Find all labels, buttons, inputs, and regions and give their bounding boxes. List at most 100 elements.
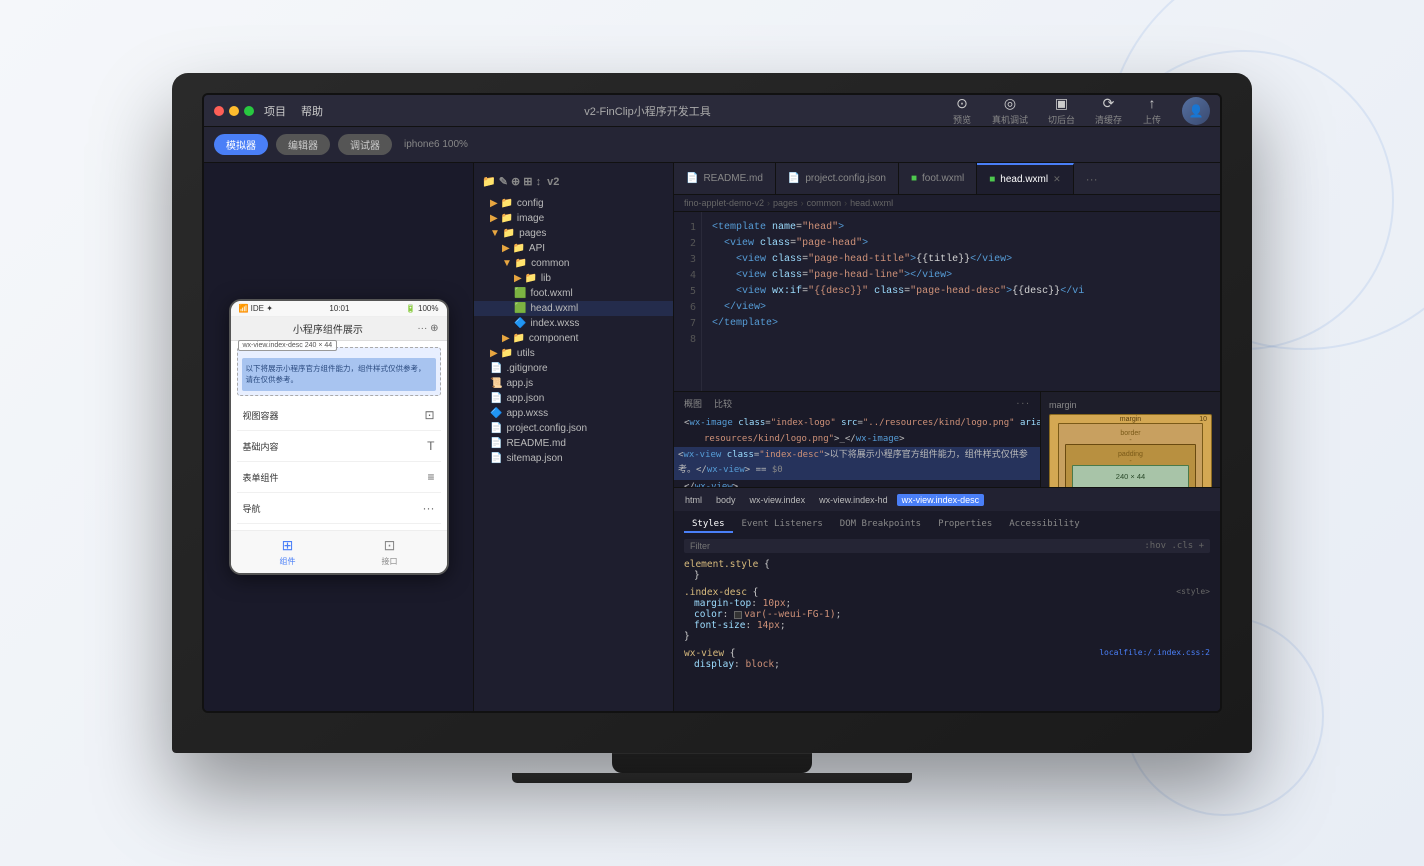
editor-btn[interactable]: 编辑器 bbox=[276, 134, 330, 155]
css-selector: .index-desc bbox=[684, 587, 753, 598]
html-line-1: <wx-image class="index-logo" src="../res… bbox=[684, 416, 1030, 431]
css-prop: display bbox=[694, 659, 734, 670]
tree-item-head-wxml[interactable]: 🟩 head.wxml bbox=[474, 301, 673, 316]
tree-item-readme[interactable]: 📄 README.md bbox=[474, 436, 673, 451]
menu-help[interactable]: 帮助 bbox=[301, 103, 323, 119]
minimize-window-btn[interactable] bbox=[229, 106, 239, 116]
code-line-6: </view> bbox=[712, 300, 1210, 316]
tree-item-lib[interactable]: ▶ 📁 lib bbox=[474, 271, 673, 286]
tree-item-common[interactable]: ▼ 📁 common bbox=[474, 256, 673, 271]
html-line-3: </wx-view> bbox=[684, 480, 1030, 487]
tab-event-listeners[interactable]: Event Listeners bbox=[734, 517, 831, 533]
element-tag-html[interactable]: html bbox=[680, 494, 707, 506]
window-title: v2-FinClip小程序开发工具 bbox=[343, 103, 952, 119]
code-content[interactable]: <template name="head"> <view class="page… bbox=[702, 212, 1220, 391]
tree-item-gitignore[interactable]: 📄 .gitignore bbox=[474, 361, 673, 376]
html-line-2[interactable]: <wx-view class="index-desc">以下将展示小程序官方组件… bbox=[674, 447, 1040, 480]
file-icon: 🟩 bbox=[514, 288, 526, 299]
phone-section-3[interactable]: 导航 ··· bbox=[237, 493, 441, 524]
phone-section-0[interactable]: 视图容器 ⊡ bbox=[237, 400, 441, 431]
code-line-8 bbox=[712, 332, 1210, 348]
phone-highlight-content: 以下将展示小程序官方组件能力，组件样式仅供参考，请在仅供参考。 bbox=[242, 358, 436, 391]
tree-item-label: .gitignore bbox=[506, 363, 547, 374]
bm-border-label: border bbox=[1065, 430, 1196, 437]
css-prop: color bbox=[694, 609, 723, 620]
css-value: block bbox=[746, 659, 775, 670]
phone-nav-item-0[interactable]: ⊞ 组件 bbox=[280, 537, 296, 567]
css-value: var(--weui-FG-1) bbox=[744, 609, 836, 620]
upload-label: 上传 bbox=[1143, 113, 1161, 126]
file-icon: 📄 bbox=[490, 453, 502, 464]
real-machine-label: 真机调试 bbox=[992, 113, 1028, 126]
phone-nav-item-1[interactable]: ⊡ 接口 bbox=[382, 537, 398, 567]
laptop-container: 项目 帮助 v2-FinClip小程序开发工具 ⊙ 预览 ◎ 真机调试 bbox=[172, 73, 1252, 793]
phone-section-label-0: 视图容器 bbox=[243, 409, 279, 422]
menu-project[interactable]: 项目 bbox=[264, 103, 286, 119]
phone-section-icon-0: ⊡ bbox=[424, 408, 434, 422]
tab-readme[interactable]: 📄 README.md bbox=[674, 163, 776, 194]
user-avatar[interactable]: 👤 bbox=[1182, 97, 1210, 125]
tree-item-app-js[interactable]: 📜 app.js bbox=[474, 376, 673, 391]
css-selector: wx-view bbox=[684, 648, 730, 659]
laptop-base bbox=[512, 773, 912, 783]
phone-content: wx-view.index-desc 240 × 44 以下将展示小程序官方组件… bbox=[231, 341, 447, 530]
tree-item-project-config[interactable]: 📄 project.config.json bbox=[474, 421, 673, 436]
tab-dom-breakpoints[interactable]: DOM Breakpoints bbox=[832, 517, 929, 533]
element-tag-wx-view-index-hd[interactable]: wx-view.index-hd bbox=[814, 494, 893, 506]
tree-item-config[interactable]: ▶ 📁 config bbox=[474, 196, 673, 211]
folder-icon: ▶ 📁 bbox=[502, 243, 525, 254]
filter-input[interactable] bbox=[690, 541, 770, 551]
phone-section-2[interactable]: 表单组件 ≡ bbox=[237, 462, 441, 493]
tree-item-index-wxss[interactable]: 🔷 index.wxss bbox=[474, 316, 673, 331]
element-tag-body[interactable]: body bbox=[711, 494, 741, 506]
bm-margin-value: 10 bbox=[1199, 416, 1207, 423]
close-window-btn[interactable] bbox=[214, 106, 224, 116]
element-tag-wx-view-index-desc[interactable]: wx-view.index-desc bbox=[897, 494, 985, 506]
toolbar-cut[interactable]: ▣ 切后台 bbox=[1048, 95, 1075, 126]
tree-item-api[interactable]: ▶ 📁 API bbox=[474, 241, 673, 256]
tab-project-config[interactable]: 📄 project.config.json bbox=[776, 163, 899, 194]
tab-icon: 📄 bbox=[686, 173, 698, 184]
box-content: 240 × 44 bbox=[1072, 465, 1189, 487]
styles-tabs: Styles Event Listeners DOM Breakpoints P… bbox=[684, 517, 1210, 533]
maximize-window-btn[interactable] bbox=[244, 106, 254, 116]
toolbar-upload[interactable]: ↑ 上传 bbox=[1142, 95, 1162, 126]
tree-item-app-wxss[interactable]: 🔷 app.wxss bbox=[474, 406, 673, 421]
tree-item-label: utils bbox=[517, 348, 535, 359]
tree-item-pages[interactable]: ▼ 📁 pages bbox=[474, 226, 673, 241]
upload-icon: ↑ bbox=[1142, 95, 1162, 111]
tree-item-label: config bbox=[517, 198, 544, 209]
css-value: 14px bbox=[757, 620, 780, 631]
css-block-wx-view: wx-view { localfile:/.index.css:2 displa… bbox=[684, 648, 1210, 670]
tab-close-btn[interactable]: ✕ bbox=[1053, 174, 1061, 185]
simulator-btn[interactable]: 模拟器 bbox=[214, 134, 268, 155]
toolbar-preview[interactable]: ⊙ 预览 bbox=[952, 95, 972, 126]
phone-section-1[interactable]: 基础内容 T bbox=[237, 431, 441, 462]
tab-foot-wxml[interactable]: ■ foot.wxml bbox=[899, 163, 977, 194]
toolbar-clear-cache[interactable]: ⟳ 清缓存 bbox=[1095, 95, 1122, 126]
tree-item-image[interactable]: ▶ 📁 image bbox=[474, 211, 673, 226]
tree-item-sitemap[interactable]: 📄 sitemap.json bbox=[474, 451, 673, 466]
tree-item-label: pages bbox=[519, 228, 546, 239]
tree-item-label: head.wxml bbox=[530, 303, 578, 314]
toolbar-real-machine[interactable]: ◎ 真机调试 bbox=[992, 95, 1028, 126]
tab-head-wxml[interactable]: ■ head.wxml ✕ bbox=[977, 163, 1073, 194]
element-tag-wx-view-index[interactable]: wx-view.index bbox=[745, 494, 811, 506]
more-tabs-btn[interactable]: ··· bbox=[1078, 172, 1106, 186]
debugger-btn[interactable]: 调试器 bbox=[338, 134, 392, 155]
tree-item-foot-wxml[interactable]: 🟩 foot.wxml bbox=[474, 286, 673, 301]
css-selector: element.style bbox=[684, 559, 764, 570]
laptop-stand bbox=[612, 753, 812, 773]
folder-icon: ▼ 📁 bbox=[490, 228, 515, 239]
tree-item-utils[interactable]: ▶ 📁 utils bbox=[474, 346, 673, 361]
tab-properties[interactable]: Properties bbox=[930, 517, 1000, 533]
tab-accessibility[interactable]: Accessibility bbox=[1001, 517, 1087, 533]
tree-item-label: app.js bbox=[506, 378, 533, 389]
tree-item-app-json[interactable]: 📄 app.json bbox=[474, 391, 673, 406]
phone-highlight-box: wx-view.index-desc 240 × 44 以下将展示小程序官方组件… bbox=[237, 347, 441, 396]
tree-root-label: v2 bbox=[547, 176, 559, 188]
tree-item-component[interactable]: ▶ 📁 component bbox=[474, 331, 673, 346]
tab-styles[interactable]: Styles bbox=[684, 517, 733, 533]
box-model-label: margin bbox=[1049, 400, 1212, 410]
styles-area: Styles Event Listeners DOM Breakpoints P… bbox=[674, 511, 1220, 711]
